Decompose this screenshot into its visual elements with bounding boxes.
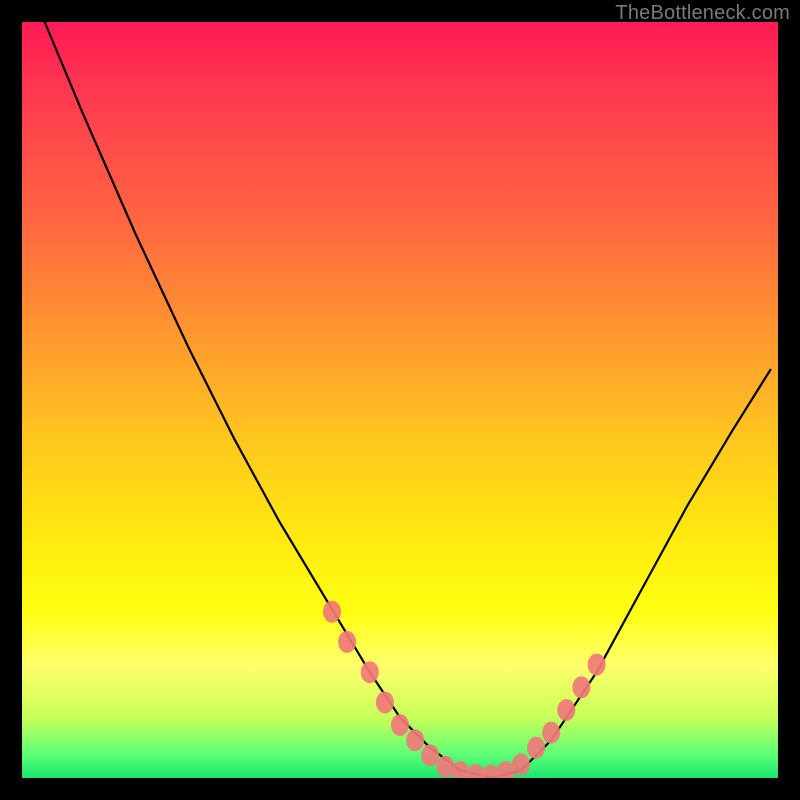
chart-stage: TheBottleneck.com bbox=[0, 0, 800, 800]
chart-svg bbox=[22, 22, 778, 778]
curve-dots bbox=[323, 601, 606, 778]
plot-area bbox=[22, 22, 778, 778]
curve-line bbox=[45, 22, 771, 778]
watermark-text: TheBottleneck.com bbox=[615, 2, 790, 25]
